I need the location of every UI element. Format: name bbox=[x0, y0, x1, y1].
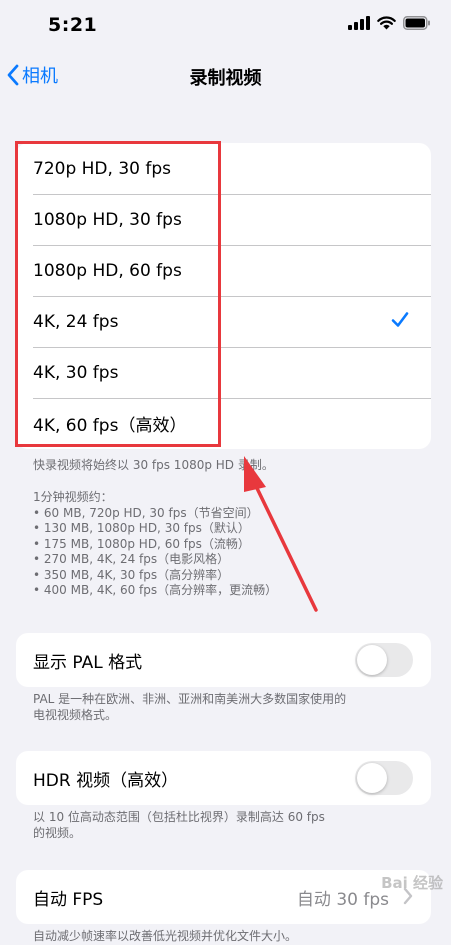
watermark: Bai 经验 bbox=[381, 874, 443, 892]
annotation-arrow-icon bbox=[244, 456, 318, 612]
